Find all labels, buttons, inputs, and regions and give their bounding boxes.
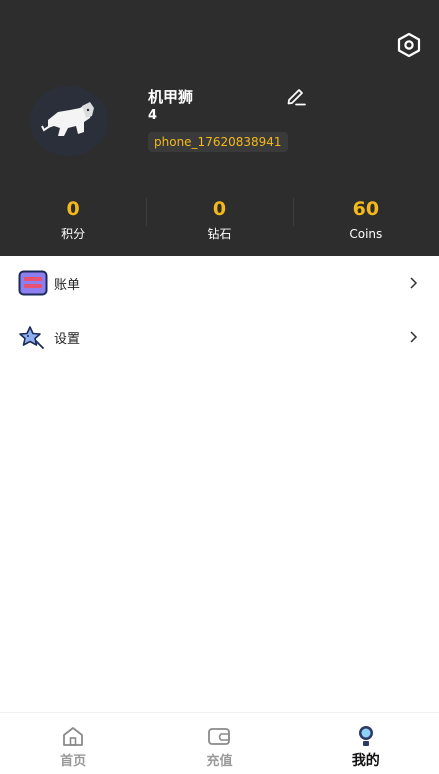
bottom-tab-bar: 首页 充值 我的 [0,712,439,774]
stat-coins-value: 60 [352,198,380,220]
avatar[interactable] [30,86,108,156]
settings-star-icon [19,326,44,349]
tab-home-label: 首页 [60,754,87,769]
stats-row: 0 积分 0 钻石 60 Coins [0,196,439,248]
settings-eye-icon[interactable] [396,32,422,58]
tab-recharge-label: 充值 [206,754,233,769]
tab-home[interactable]: 首页 [0,713,146,774]
profile-icon [358,726,373,746]
menu-item-bill-label: 账单 [54,278,81,293]
stat-points-value: 0 [66,198,80,220]
home-icon [63,727,84,746]
profile-header: 机甲狮 4 phone_17620838941 0 积分 0 钻石 60 Coi… [0,0,439,256]
tab-mine-label: 我的 [351,753,380,769]
bill-icon [18,270,48,296]
chevron-right-icon [410,331,418,343]
stat-points[interactable]: 0 积分 [0,196,146,248]
stat-coins-label: Coins [349,227,383,241]
edit-icon[interactable] [285,86,307,106]
nickname: 机甲狮 [148,88,194,106]
chevron-right-icon [410,277,418,289]
user-level: 4 [148,108,158,123]
menu-item-settings[interactable]: 设置 [0,310,439,364]
menu-item-settings-label: 设置 [54,332,81,347]
stat-points-label: 积分 [61,227,86,241]
tab-mine[interactable]: 我的 [293,713,439,774]
menu-list: 账单 设置 [0,256,439,364]
lion-logo-icon [30,86,108,156]
phone-badge: phone_17620838941 [148,132,288,152]
tab-recharge[interactable]: 充值 [146,713,292,774]
wallet-icon [208,728,231,745]
stat-diamonds-label: 钻石 [207,227,232,241]
stat-diamonds-value: 0 [212,198,227,220]
stat-coins[interactable]: 60 Coins [292,196,439,248]
menu-item-bill[interactable]: 账单 [0,256,439,310]
stat-diamonds[interactable]: 0 钻石 [146,196,292,248]
